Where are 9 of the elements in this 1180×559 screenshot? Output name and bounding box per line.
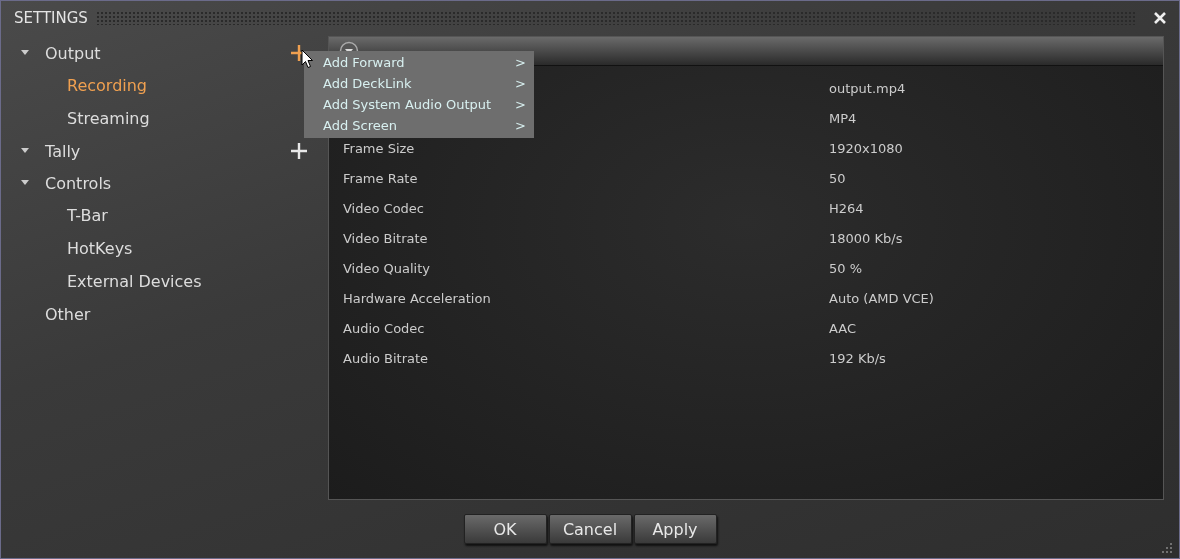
setting-label: Frame Size	[343, 140, 415, 156]
setting-label: Audio Codec	[343, 320, 425, 336]
setting-label: Video Codec	[343, 200, 424, 216]
setting-label: Video Bitrate	[343, 230, 428, 246]
setting-label: Hardware Acceleration	[343, 290, 491, 306]
window-title: SETTINGS	[14, 9, 88, 27]
setting-label: Audio Bitrate	[343, 350, 429, 366]
setting-label: Video Quality	[343, 260, 430, 276]
setting-label: Frame Rate	[343, 170, 418, 186]
